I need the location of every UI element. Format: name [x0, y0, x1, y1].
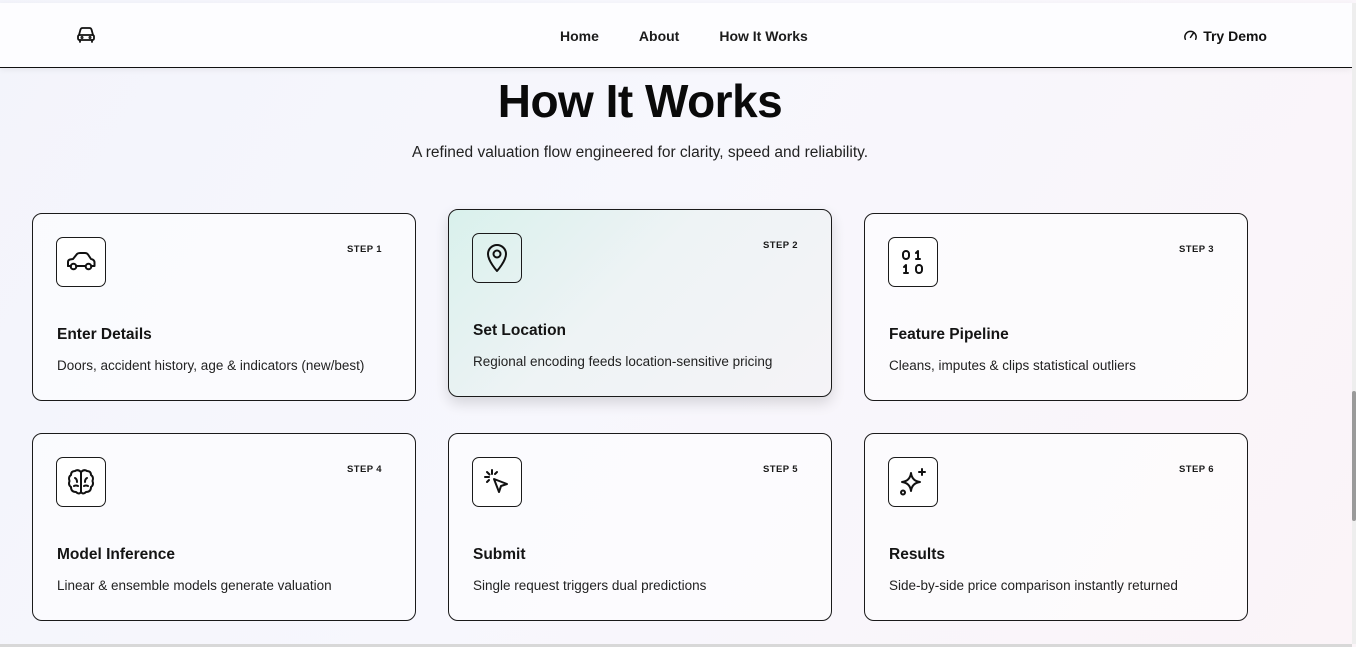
cursor-click-icon: [472, 457, 522, 507]
nav-links: Home About How It Works: [560, 3, 848, 68]
step-description: Regional encoding feeds location-sensiti…: [473, 354, 773, 369]
step-description: Cleans, imputes & clips statistical outl…: [889, 358, 1136, 373]
step-description: Doors, accident history, age & indicator…: [57, 358, 365, 373]
step-label: STEP 3: [1179, 244, 1214, 255]
scrollbar-thumb[interactable]: [1352, 391, 1356, 521]
nav-link-how-it-works[interactable]: How It Works: [719, 28, 807, 44]
step-card-feature-pipeline[interactable]: STEP 3 Feature Pipeline Cleans, imputes …: [864, 213, 1248, 401]
step-description: Linear & ensemble models generate valuat…: [57, 578, 332, 593]
page-title: How It Works: [497, 75, 783, 127]
step-title: Set Location: [473, 322, 567, 339]
step-label: STEP 2: [763, 240, 798, 251]
nav-link-about[interactable]: About: [639, 28, 679, 44]
step-card-enter-details[interactable]: STEP 1 Enter Details Doors, accident his…: [32, 213, 416, 401]
step-card-submit[interactable]: STEP 5 Submit Single request triggers du…: [448, 433, 832, 621]
try-demo-button[interactable]: Try Demo: [1183, 3, 1267, 68]
speedometer-icon: [1184, 30, 1198, 40]
step-label: STEP 6: [1179, 464, 1214, 475]
step-label: STEP 1: [347, 244, 382, 255]
car-icon: [56, 237, 106, 287]
step-card-model-inference[interactable]: STEP 4 Model Inference Linear & ensemble…: [32, 433, 416, 621]
map-pin-icon: [472, 233, 522, 283]
step-description: Single request triggers dual predictions: [473, 578, 707, 593]
step-title: Results: [889, 546, 945, 563]
binary-icon: [888, 237, 938, 287]
step-label: STEP 5: [763, 464, 798, 475]
step-label: STEP 4: [347, 464, 382, 475]
step-title: Feature Pipeline: [889, 326, 1009, 343]
try-demo-label: Try Demo: [1203, 27, 1267, 44]
step-card-set-location[interactable]: STEP 2 Set Location Regional encoding fe…: [448, 209, 832, 397]
scrollbar-track[interactable]: [1352, 3, 1356, 644]
step-title: Submit: [473, 546, 526, 563]
step-description: Side-by-side price comparison instantly …: [889, 578, 1178, 593]
step-title: Enter Details: [57, 326, 152, 343]
step-title: Model Inference: [57, 546, 175, 563]
nav-link-home[interactable]: Home: [560, 28, 599, 44]
car-icon[interactable]: [76, 26, 96, 44]
navbar: Home About How It Works Try Demo: [0, 3, 1352, 68]
sparkles-icon: [888, 457, 938, 507]
brain-icon: [56, 457, 106, 507]
step-card-results[interactable]: STEP 6 Results Side-by-side price compar…: [864, 433, 1248, 621]
page-subtitle: A refined valuation flow engineered for …: [411, 144, 869, 161]
